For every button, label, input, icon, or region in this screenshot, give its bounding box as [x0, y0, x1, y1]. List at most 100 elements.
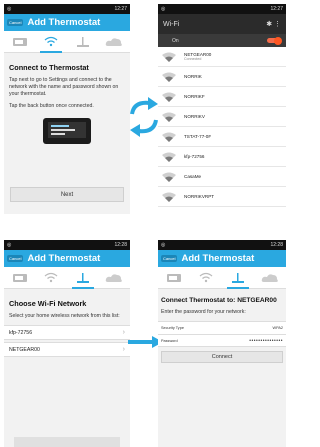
wifi-network-list: NETGEAR00 Connected NORRIK NORRIKF NORRIKV TS…: [158, 47, 286, 207]
wifi-network-text: NORRIKVRPT: [184, 194, 214, 199]
page-heading: Connect Thermostat to: NETGEAR00: [161, 297, 277, 304]
wifi-signal-icon: [162, 132, 176, 142]
step-indicator: [4, 31, 130, 53]
step-wifi-icon: [38, 267, 64, 289]
page-heading: Connect to Thermostat: [9, 63, 89, 72]
settings-icon[interactable]: ✱ ⋮: [266, 20, 281, 28]
wifi-signal-icon: [162, 172, 176, 182]
status-bar: ◎ 12:27: [4, 4, 130, 14]
step-cloud-icon: [257, 267, 283, 289]
app-bar: Cancel Add Thermostat: [4, 14, 130, 31]
wifi-signal-icon: [162, 72, 176, 82]
connect-thermostat-screen: ◎ 12:27 Cancel Add Thermostat Connect to…: [4, 4, 130, 214]
password-field[interactable]: Password •••••••••••••••: [158, 334, 286, 348]
wifi-network-text: NETGEAR00 Connected: [184, 52, 211, 61]
tutorial-page: ◎ 12:27 Cancel Add Thermostat Connect to…: [0, 0, 286, 447]
notification-icon: ◎: [7, 242, 12, 248]
security-type-label: Security Type: [161, 326, 184, 331]
step-router-icon: [225, 267, 251, 289]
page-heading: Choose Wi-Fi Network: [9, 299, 87, 308]
step-thermostat-icon: [7, 267, 33, 289]
wifi-toggle[interactable]: [267, 36, 282, 45]
step-cloud-icon: [101, 267, 127, 289]
wifi-signal-icon: [162, 92, 176, 102]
wifi-header: Wi-Fi ✱ ⋮: [158, 14, 286, 34]
app-title: Add Thermostat: [181, 253, 255, 264]
wifi-settings-screen: ◎ 12:27 Wi-Fi ✱ ⋮ On NETGEAR00 Connected N…: [158, 4, 286, 214]
bottom-button[interactable]: [14, 437, 120, 447]
cancel-button[interactable]: Cancel: [161, 255, 178, 262]
notification-icon: ◎: [161, 6, 166, 12]
wifi-network-row[interactable]: kfp-72756: [158, 147, 286, 167]
wifi-network-name: NORRIK: [184, 74, 202, 79]
back-instructions-text: Tap the back button once connected.: [9, 103, 94, 110]
network-name: kfp-72756: [9, 329, 33, 336]
wifi-network-text: NORRIKV: [184, 114, 205, 119]
notification-icon: ◎: [7, 6, 12, 12]
status-bar: ◎ 12:28: [158, 240, 286, 250]
wifi-network-row[interactable]: NORRIKF: [158, 87, 286, 107]
wifi-network-name: NORRIKV: [184, 114, 205, 119]
step-thermostat-icon: [7, 31, 33, 53]
wifi-network-text: kfp-72756: [184, 154, 204, 159]
status-time: 12:27: [270, 6, 283, 12]
wifi-network-row[interactable]: TSTAT-77-0F: [158, 127, 286, 147]
status-time: 12:27: [114, 6, 127, 12]
step-wifi-icon: [193, 267, 219, 289]
app-bar: Cancel Add Thermostat: [158, 250, 286, 267]
wifi-network-row[interactable]: CasaMe: [158, 167, 286, 187]
status-bar: ◎ 12:28: [4, 240, 130, 250]
status-bar: ◎ 12:27: [158, 4, 286, 14]
wifi-network-text: NORRIKF: [184, 94, 205, 99]
wifi-network-name: NORRIKF: [184, 94, 205, 99]
wifi-on-label: On: [172, 37, 179, 44]
wifi-signal-icon: [162, 152, 176, 162]
step-router-icon: [70, 31, 96, 53]
wifi-network-row[interactable]: NORRIKV: [158, 107, 286, 127]
network-row[interactable]: kfp-72756 ›: [4, 325, 130, 341]
network-password-screen: ◎ 12:28 Cancel Add Thermostat Connect Th…: [158, 240, 286, 447]
wifi-signal-icon: [162, 112, 176, 122]
choose-network-screen: ◎ 12:28 Cancel Add Thermostat Choose Wi-…: [4, 240, 130, 447]
chevron-right-icon: ›: [122, 329, 125, 337]
connect-button[interactable]: Connect: [161, 351, 283, 364]
security-type-field[interactable]: Security Type WPA2: [158, 321, 286, 335]
security-type-value: WPA2: [272, 326, 283, 331]
network-row[interactable]: NETGEAR00 ›: [4, 342, 130, 358]
step-router-icon: [70, 267, 96, 289]
wifi-network-text: CasaMe: [184, 174, 201, 179]
password-input[interactable]: •••••••••••••••: [249, 338, 283, 344]
step-indicator: [4, 267, 130, 289]
wifi-network-row[interactable]: NORRIKVRPT: [158, 187, 286, 207]
next-button[interactable]: Next: [10, 187, 124, 202]
wifi-title: Wi-Fi: [163, 20, 180, 28]
thermostat-image: [41, 116, 93, 146]
wifi-network-name: TSTAT-77-0F: [184, 134, 212, 139]
status-time: 12:28: [270, 242, 283, 248]
wifi-signal-icon: [162, 192, 176, 202]
wifi-network-name: kfp-72756: [184, 154, 205, 159]
wifi-network-name: NORRIKVRPT: [184, 194, 215, 199]
cancel-button[interactable]: Cancel: [7, 255, 24, 262]
wifi-network-status: Connected: [184, 57, 202, 61]
step-cloud-icon: [101, 31, 127, 53]
status-time: 12:28: [114, 242, 127, 248]
cancel-button[interactable]: Cancel: [7, 19, 24, 26]
wifi-network-text: TSTAT-77-0F: [184, 134, 211, 139]
instructions-text: Tap next to go to Settings and connect t…: [9, 77, 119, 98]
network-name: NETGEAR00: [9, 346, 40, 353]
wifi-network-name: CasaMe: [184, 174, 202, 179]
wifi-network-row[interactable]: NORRIK: [158, 67, 286, 87]
step-thermostat-icon: [161, 267, 187, 289]
instructions-text: Select your home wireless network from t…: [9, 313, 120, 319]
wifi-toggle-row[interactable]: On: [158, 34, 286, 47]
password-label: Password: [161, 338, 178, 343]
app-bar: Cancel Add Thermostat: [4, 250, 130, 267]
wifi-network-row[interactable]: NETGEAR00 Connected: [158, 47, 286, 67]
wifi-network-text: NORRIK: [184, 74, 202, 79]
instructions-text: Enter the password for your network:: [161, 309, 246, 315]
chevron-right-icon: ›: [122, 346, 125, 354]
app-title: Add Thermostat: [27, 253, 101, 264]
step-indicator: [158, 267, 286, 289]
step-wifi-icon: [38, 31, 64, 53]
